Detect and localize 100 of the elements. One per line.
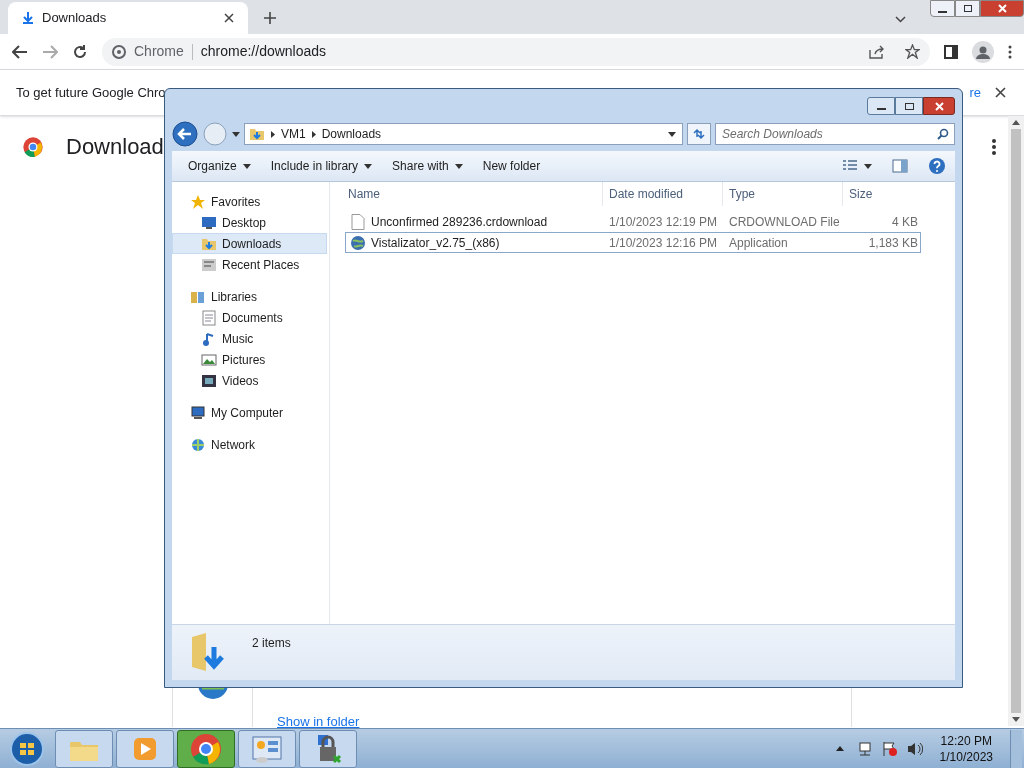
close-icon[interactable] — [224, 13, 234, 23]
clock-date: 1/10/2023 — [939, 748, 993, 765]
taskbar-button[interactable] — [299, 729, 357, 768]
star-icon — [190, 193, 206, 210]
film-icon — [201, 372, 217, 389]
address-field[interactable]: VM1 Downloads — [244, 123, 683, 145]
chevron-icon — [271, 130, 275, 138]
file-row[interactable]: Vistalizator_v2.75_(x86) 1/10/2023 12:16 PM Application 1,183 KB — [345, 232, 921, 253]
nav-item[interactable]: Documents — [172, 307, 327, 328]
nav-item[interactable]: Downloads — [172, 233, 327, 254]
show-in-folder-link[interactable]: Show in folder — [277, 714, 360, 729]
breadcrumb[interactable]: Downloads — [321, 125, 382, 143]
column-header[interactable]: Type — [723, 182, 843, 206]
file-type: Application — [728, 234, 789, 252]
clock-time: 12:20 PM — [940, 732, 992, 749]
breadcrumb[interactable]: VM1 — [281, 125, 306, 143]
download-icon — [22, 12, 34, 24]
chevron-icon — [311, 130, 316, 138]
column-header[interactable]: Size — [843, 182, 921, 206]
close-button[interactable] — [923, 97, 955, 115]
toolbar-button[interactable]: Organize — [181, 154, 258, 178]
nav-item[interactable]: My Computer — [172, 402, 327, 423]
close-icon[interactable] — [995, 87, 1006, 98]
info-link[interactable]: re — [969, 82, 981, 103]
down-arrow-icon[interactable] — [1012, 717, 1020, 722]
file-row[interactable]: Unconfirmed 289236.crdownload 1/10/2023 12:19 PM CRDOWNLOAD File 4 KB — [345, 211, 921, 232]
document-icon — [351, 213, 365, 230]
more-icon[interactable] — [992, 138, 996, 155]
file-name: Unconfirmed 289236.crdownload — [371, 213, 548, 231]
nav-item[interactable]: Videos — [172, 370, 327, 391]
history-caret-icon — [232, 131, 240, 137]
sidebar-icon[interactable] — [944, 44, 958, 59]
file-name: Vistalizator_v2.75_(x86) — [371, 234, 500, 252]
globe-icon — [350, 234, 366, 251]
scrollbar[interactable] — [1008, 116, 1024, 726]
chevron-icon[interactable] — [895, 16, 906, 23]
close-button[interactable] — [980, 0, 1024, 17]
file-type: CRDOWNLOAD File — [728, 213, 841, 231]
avatar-icon[interactable] — [972, 40, 994, 63]
file-date: 1/10/2023 12:16 PM — [608, 234, 719, 252]
back-icon[interactable] — [12, 43, 28, 60]
info-text: To get future Google Chro — [16, 83, 166, 102]
back-icon[interactable] — [172, 121, 198, 147]
preview-pane-icon[interactable] — [892, 159, 908, 173]
flag-icon[interactable] — [881, 740, 898, 757]
address-bar[interactable]: Chrome chrome://downloads — [102, 37, 930, 66]
search-field[interactable]: Search Downloads — [715, 123, 955, 145]
file-size: 4 KB — [891, 213, 919, 231]
monitor-icon — [201, 214, 217, 231]
url-text: chrome://downloads — [200, 42, 327, 61]
close-icon — [997, 4, 1007, 13]
toolbar-button[interactable]: Include in library — [263, 154, 380, 178]
taskbar-button[interactable] — [177, 729, 235, 768]
nav-item[interactable]: Recent Places — [172, 254, 327, 275]
globe-icon — [190, 436, 206, 453]
tab-title: Downloads — [42, 9, 108, 28]
view-icon[interactable] — [842, 160, 858, 172]
star-icon[interactable] — [905, 44, 920, 59]
close-icon — [934, 101, 944, 111]
toolbar-button[interactable]: Share with — [385, 154, 470, 178]
taskbar-button[interactable] — [238, 729, 296, 768]
help-icon[interactable] — [928, 157, 946, 175]
column-header[interactable]: Name — [345, 182, 603, 206]
network-icon[interactable] — [856, 740, 873, 757]
start-orb-icon[interactable] — [7, 730, 47, 767]
folder-icon — [249, 126, 265, 142]
maximize-button[interactable] — [895, 97, 923, 115]
search-icon — [937, 128, 949, 140]
menu-icon[interactable] — [1008, 44, 1012, 59]
refresh-button[interactable] — [687, 123, 711, 145]
browser-tab[interactable]: Downloads — [8, 2, 248, 34]
taskbar-button[interactable] — [116, 729, 174, 768]
file-date: 1/10/2023 12:19 PM — [608, 213, 719, 231]
up-arrow-icon[interactable] — [1012, 120, 1020, 125]
document-icon — [201, 309, 217, 326]
nav-item[interactable]: Desktop — [172, 212, 327, 233]
minimize-button[interactable] — [930, 0, 955, 17]
list-icon — [201, 256, 217, 273]
monitor-icon — [190, 404, 206, 421]
nav-item[interactable]: Libraries — [172, 286, 327, 307]
restore-button[interactable] — [955, 0, 980, 17]
dropdown-caret-icon — [668, 131, 676, 137]
speaker-icon[interactable] — [906, 740, 923, 757]
reload-icon[interactable] — [72, 43, 88, 60]
minimize-button[interactable] — [867, 97, 895, 115]
column-header[interactable]: Date modified — [603, 182, 723, 206]
toolbar-button[interactable]: New folder — [475, 154, 548, 178]
file-size: 1,183 KB — [867, 234, 919, 252]
tray-arrow-icon[interactable] — [835, 746, 844, 751]
share-icon[interactable] — [869, 44, 885, 59]
nav-item[interactable]: Music — [172, 328, 327, 349]
view-caret-icon — [864, 163, 872, 169]
clock[interactable]: 12:20 PM 1/10/2023 — [939, 732, 993, 765]
page-title: Download — [66, 133, 164, 161]
nav-item[interactable]: Pictures — [172, 349, 327, 370]
new-tab-icon[interactable] — [264, 12, 276, 24]
chrome-logo-icon — [22, 135, 44, 158]
nav-item[interactable]: Network — [172, 434, 327, 455]
nav-item[interactable]: Favorites — [172, 191, 327, 212]
picture-icon — [201, 351, 217, 368]
